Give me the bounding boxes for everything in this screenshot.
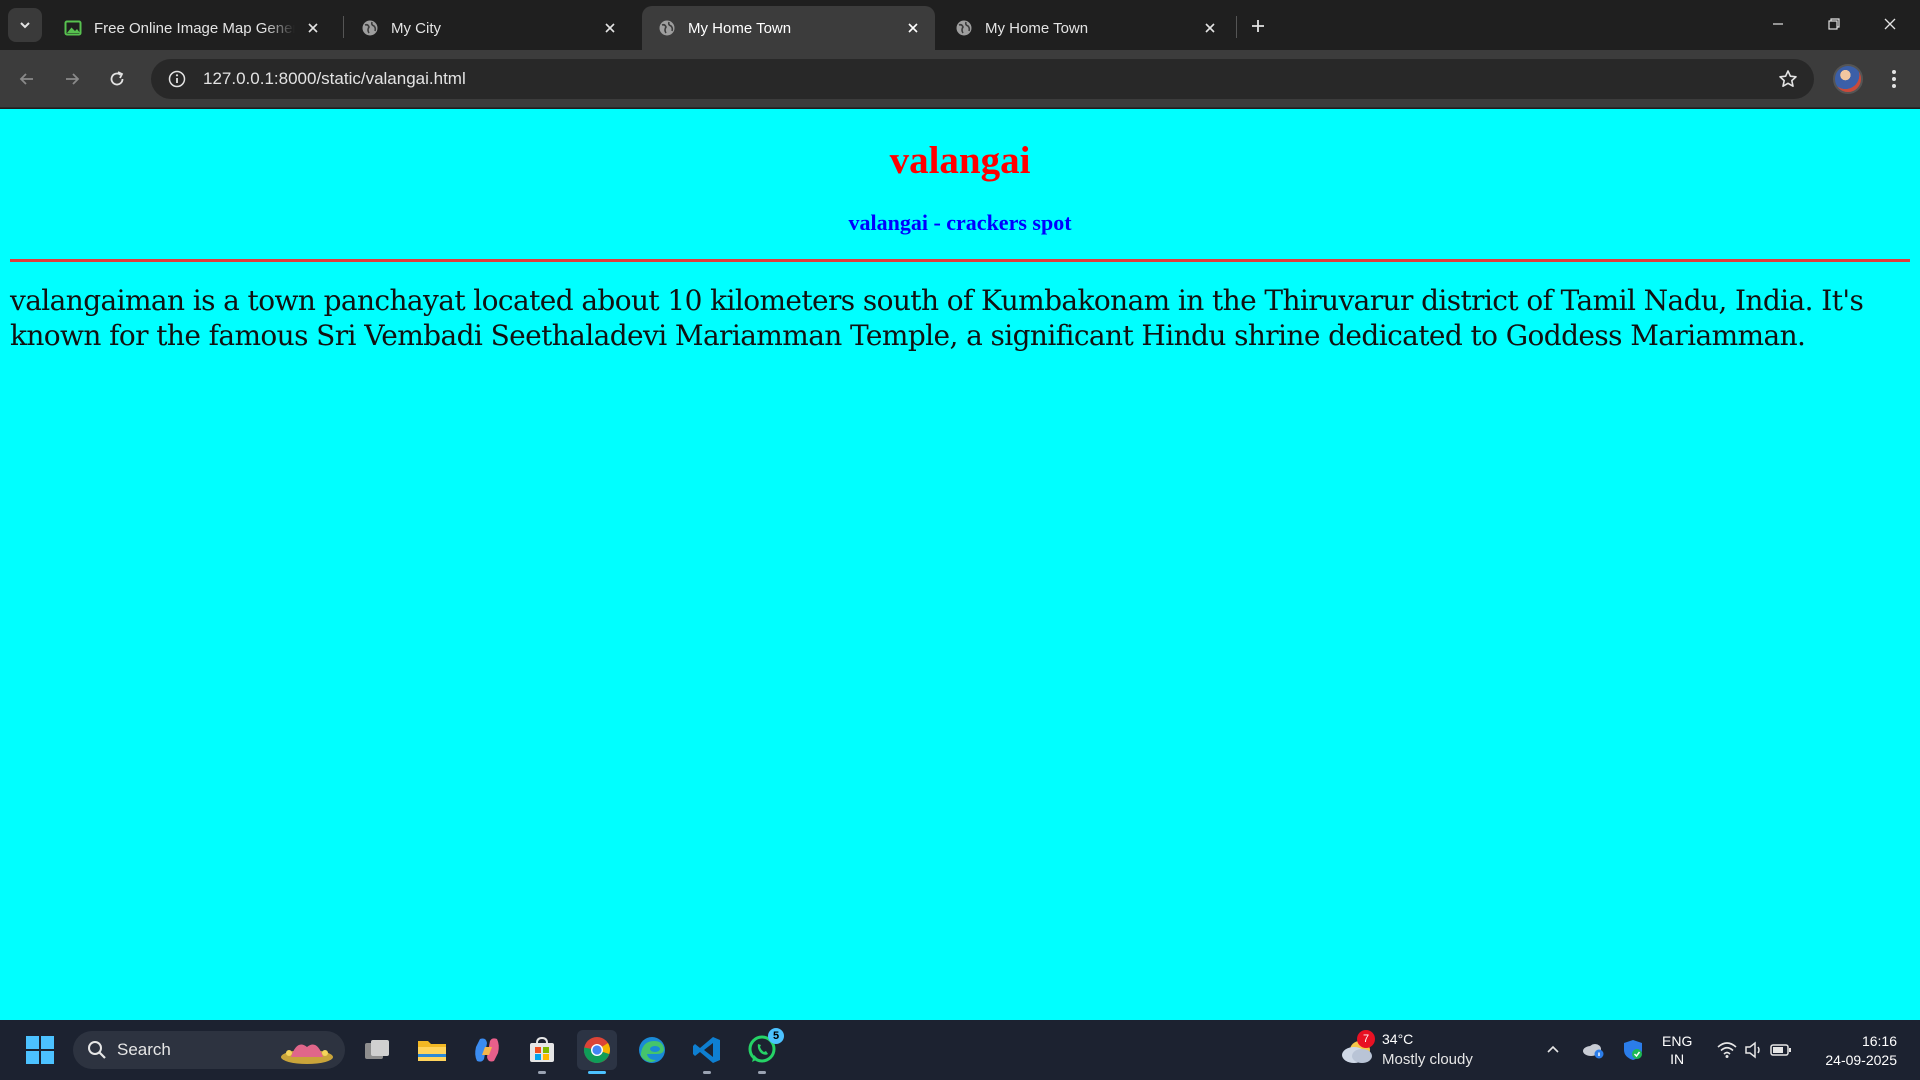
search-icon <box>88 1041 106 1059</box>
search-highlight-image-icon <box>281 1044 333 1064</box>
more-vertical-icon <box>1892 70 1896 88</box>
language-code: ENG <box>1662 1033 1693 1049</box>
chevron-up-icon <box>1547 1045 1559 1053</box>
notification-badge: 5 <box>768 1028 784 1044</box>
running-indicator <box>703 1071 711 1074</box>
show-hidden-icons-button[interactable] <box>1537 1034 1569 1066</box>
active-indicator <box>588 1071 606 1074</box>
store-icon <box>530 1036 554 1062</box>
reload-icon <box>110 71 124 86</box>
input-language-indicator[interactable]: ENG IN <box>1662 1032 1692 1068</box>
globe-icon <box>658 19 676 37</box>
tab-image-map-generator[interactable]: Free Online Image Map Generator <box>48 6 335 50</box>
browser-toolbar: 127.0.0.1:8000/static/valangai.html <box>0 50 1920 108</box>
page-subtitle: valangai - crackers spot <box>848 210 1072 235</box>
weather-widget[interactable]: 7 34°C Mostly cloudy <box>1340 1028 1500 1072</box>
close-icon[interactable] <box>1200 18 1220 38</box>
globe-icon <box>361 19 379 37</box>
arrow-right-icon <box>66 73 80 85</box>
battery-icon <box>1770 1044 1791 1056</box>
tab-search-button[interactable] <box>8 8 42 42</box>
vscode-button[interactable] <box>687 1030 727 1074</box>
minimize-button[interactable] <box>1750 0 1806 48</box>
weather-temperature: 34°C <box>1382 1031 1414 1047</box>
close-icon <box>1884 18 1896 30</box>
site-info-icon[interactable] <box>157 59 197 99</box>
edge-button[interactable] <box>632 1030 672 1070</box>
start-button[interactable] <box>20 1030 60 1070</box>
copilot-icon <box>475 1038 499 1062</box>
forward-button[interactable] <box>55 62 89 96</box>
system-clock[interactable]: 16:16 24-09-2025 <box>1815 1032 1897 1070</box>
tab-title: Free Online Image Map Generator <box>94 19 295 37</box>
tab-my-home-town-active[interactable]: My Home Town <box>642 6 935 50</box>
battery-tray-button[interactable] <box>1765 1034 1797 1066</box>
search-label: Search <box>117 1040 171 1059</box>
folder-icon <box>418 1041 446 1061</box>
edge-icon <box>639 1037 665 1063</box>
whatsapp-button[interactable]: 5 <box>742 1028 784 1074</box>
tab-title: My Home Town <box>985 19 1089 37</box>
onedrive-icon <box>1583 1044 1604 1059</box>
clock-date: 24-09-2025 <box>1825 1052 1897 1068</box>
chrome-taskbar-button[interactable] <box>577 1030 617 1074</box>
browser-menu-button[interactable] <box>1880 62 1908 96</box>
back-button[interactable] <box>10 62 44 96</box>
weather-condition: Mostly cloudy <box>1382 1051 1473 1068</box>
globe-icon <box>955 19 973 37</box>
taskbar-search-box[interactable]: Search <box>73 1031 345 1069</box>
close-icon[interactable] <box>600 18 620 38</box>
image-icon <box>64 19 82 37</box>
page-viewport: valangai valangai - crackers spot valang… <box>0 109 1920 1020</box>
chevron-down-icon <box>20 22 30 29</box>
close-icon[interactable] <box>303 18 323 38</box>
clock-time: 16:16 <box>1861 1033 1897 1049</box>
restore-button[interactable] <box>1806 0 1862 48</box>
running-indicator <box>758 1071 766 1074</box>
tab-title: My Home Town <box>688 19 792 37</box>
security-tray-button[interactable] <box>1617 1034 1649 1066</box>
profile-avatar[interactable] <box>1833 64 1863 94</box>
running-indicator <box>538 1071 546 1074</box>
horizontal-rule <box>10 259 1910 262</box>
page-paragraph: valangaiman is a town panchayat located … <box>10 284 1864 352</box>
speaker-icon <box>1745 1041 1760 1059</box>
file-explorer-button[interactable] <box>412 1030 452 1070</box>
vscode-icon <box>693 1037 720 1063</box>
wifi-icon <box>1717 1042 1737 1058</box>
tab-my-home-town[interactable]: My Home Town <box>939 6 1232 50</box>
plus-icon <box>1252 20 1264 32</box>
tab-strip: Free Online Image Map Generator My City … <box>0 0 1920 50</box>
tab-separator <box>1236 16 1237 38</box>
reload-button[interactable] <box>100 62 134 96</box>
tab-separator <box>343 16 344 38</box>
onedrive-tray-button[interactable] <box>1577 1034 1609 1066</box>
windows-taskbar: Search 5 7 34°C Mostly cloudy ENG IN 16:… <box>0 1020 1920 1080</box>
task-view-icon <box>365 1040 389 1059</box>
chrome-icon <box>583 1037 610 1064</box>
region-code: IN <box>1670 1051 1685 1067</box>
new-tab-button[interactable] <box>1244 12 1272 40</box>
weather-alert-badge: 7 <box>1357 1030 1375 1048</box>
bookmark-star-icon[interactable] <box>1776 67 1800 91</box>
page-title: valangai <box>889 139 1031 182</box>
restore-icon <box>1828 18 1840 30</box>
minimize-icon <box>1773 23 1783 25</box>
microsoft-store-button[interactable] <box>522 1030 562 1074</box>
arrow-left-icon <box>19 73 33 85</box>
copilot-button[interactable] <box>467 1030 507 1070</box>
task-view-button[interactable] <box>357 1030 397 1070</box>
close-window-button[interactable] <box>1862 0 1918 48</box>
tab-title: My City <box>391 19 441 37</box>
close-icon[interactable] <box>903 18 923 38</box>
shield-icon <box>1624 1040 1642 1060</box>
tab-my-city[interactable]: My City <box>345 6 632 50</box>
windows-logo-icon <box>26 1036 54 1064</box>
url-text[interactable]: 127.0.0.1:8000/static/valangai.html <box>203 69 466 89</box>
address-bar[interactable]: 127.0.0.1:8000/static/valangai.html <box>151 59 1814 99</box>
